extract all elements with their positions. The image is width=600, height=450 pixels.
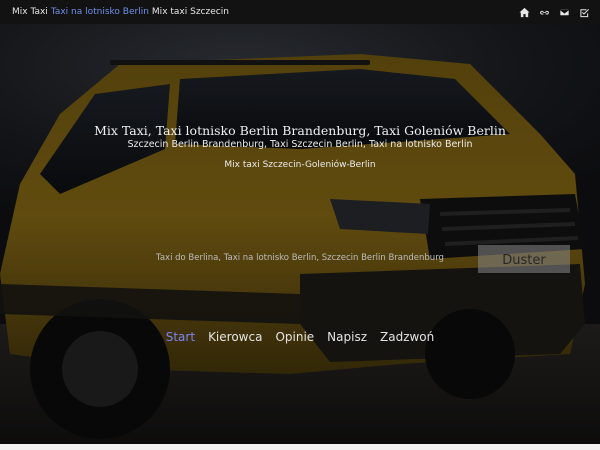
- breadcrumb: Mix Taxi Taxi na lotnisko Berlin Mix taxi …: [12, 7, 229, 17]
- breadcrumb-mix-taxi-szczecin[interactable]: Mix taxi Szczecin: [152, 7, 229, 17]
- breadcrumb-mix-taxi[interactable]: Mix Taxi: [12, 7, 48, 17]
- bottom-strip: [0, 444, 600, 450]
- nav-napisz[interactable]: Napisz: [327, 330, 367, 344]
- top-bar: Mix Taxi Taxi na lotnisko Berlin Mix taxi …: [0, 0, 600, 24]
- breadcrumb-taxi-lotnisko[interactable]: Taxi na lotnisko Berlin: [51, 7, 149, 17]
- link-icon[interactable]: [538, 6, 550, 18]
- page-title: Mix Taxi, Taxi lotnisko Berlin Brandenbu…: [94, 123, 506, 138]
- keywords-text: Taxi do Berlina, Taxi na lotnisko Berlin…: [156, 253, 444, 263]
- mail-icon[interactable]: [558, 6, 570, 18]
- hero-banner: Duster: [0, 24, 600, 444]
- nav-opinie[interactable]: Opinie: [275, 330, 314, 344]
- page-subtitle: Szczecin Berlin Brandenburg, Taxi Szczec…: [127, 139, 473, 150]
- main-nav: Start Kierowca Opinie Napisz Zadzwoń: [0, 330, 600, 344]
- nav-start[interactable]: Start: [166, 330, 195, 344]
- page-tagline: Mix taxi Szczecin-Goleniów-Berlin: [224, 160, 376, 170]
- home-icon[interactable]: [518, 6, 530, 18]
- top-icons: [518, 6, 590, 18]
- checkbox-icon[interactable]: [578, 6, 590, 18]
- dark-overlay: [0, 24, 600, 444]
- nav-kierowca[interactable]: Kierowca: [208, 330, 262, 344]
- nav-zadzwon[interactable]: Zadzwoń: [380, 330, 434, 344]
